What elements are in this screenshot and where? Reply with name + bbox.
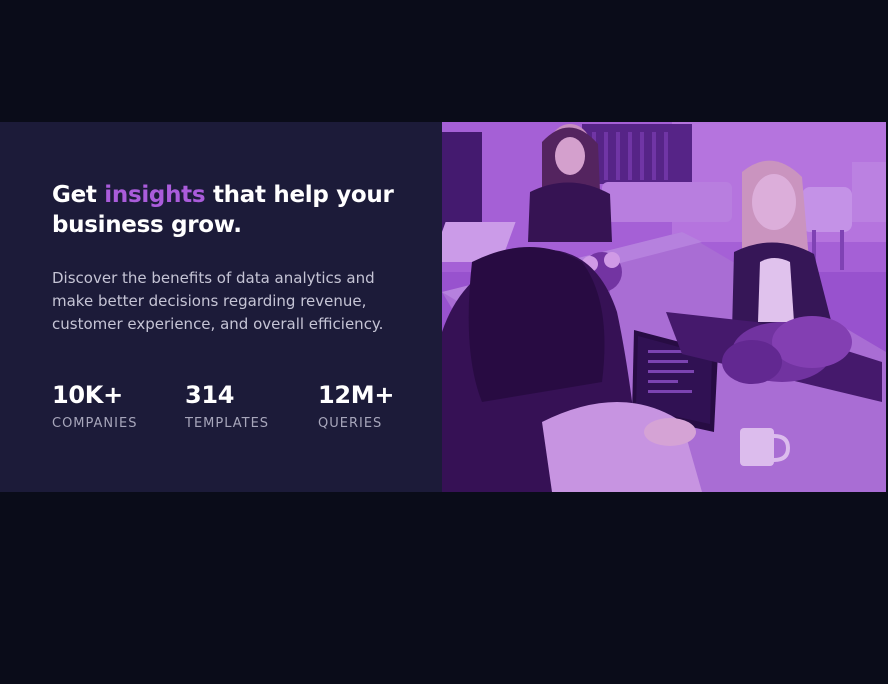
stat-label: QUERIES [318, 416, 383, 431]
stat-templates: 314 TEMPLATES [185, 380, 318, 432]
stat-value: 10K+ [52, 381, 123, 409]
card-content: Get insights that help your business gro… [0, 122, 442, 492]
stats-preview-card: Get insights that help your business gro… [0, 122, 886, 492]
headline-highlight: insights [104, 182, 206, 208]
stat-companies: 10K+ COMPANIES [52, 380, 185, 432]
description: Discover the benefits of data analytics … [52, 269, 384, 333]
stat-label: COMPANIES [52, 416, 138, 431]
office-photo-illustration [442, 122, 886, 492]
stat-label: TEMPLATES [185, 416, 270, 431]
stat-queries: 12M+ QUERIES [318, 380, 398, 432]
headline: Get insights that help your business gro… [52, 180, 442, 240]
stat-value: 12M+ [318, 381, 395, 409]
headline-prefix: Get [52, 182, 97, 208]
office-photo [442, 122, 886, 492]
stat-value: 314 [185, 381, 235, 409]
stats-row: 10K+ COMPANIES 314 TEMPLATES 12M+ QUERIE… [52, 380, 398, 432]
